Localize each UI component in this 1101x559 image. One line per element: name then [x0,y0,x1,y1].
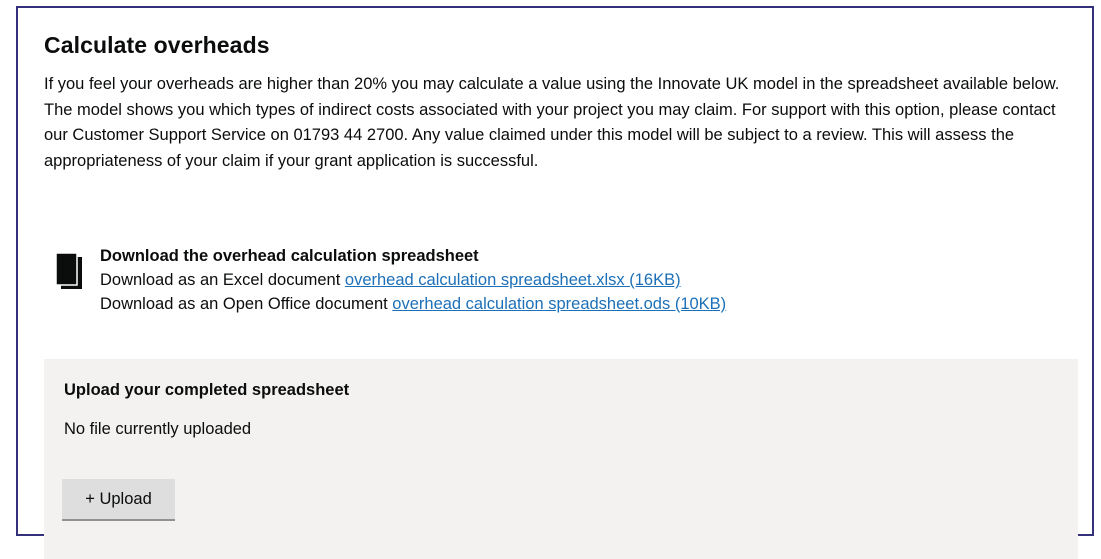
upload-status: No file currently uploaded [64,420,252,438]
excel-download-link[interactable]: overhead calculation spreadsheet.xlsx (1… [345,271,681,289]
intro-paragraph: If you feel your overheads are higher th… [44,75,1060,170]
download-text: Download the overhead calculation spread… [100,244,726,316]
upload-button[interactable]: + Upload [62,479,175,519]
section-heading: Calculate overheads [44,32,270,58]
document-icon [56,253,82,289]
upload-panel: Upload your completed spreadsheet No fil… [44,359,1078,559]
ods-download-row: Download as an Open Office document over… [100,292,726,316]
ods-download-link[interactable]: overhead calculation spreadsheet.ods (10… [392,295,726,313]
ods-download-label: Download as an Open Office document [100,295,393,313]
download-title: Download the overhead calculation spread… [100,247,479,265]
upload-title: Upload your completed spreadsheet [64,381,350,399]
excel-download-label: Download as an Excel document [100,271,345,289]
excel-download-row: Download as an Excel document overhead c… [100,268,726,292]
download-block: Download the overhead calculation spread… [56,244,956,324]
overheads-card: Calculate overheads If you feel your ove… [16,6,1094,559]
